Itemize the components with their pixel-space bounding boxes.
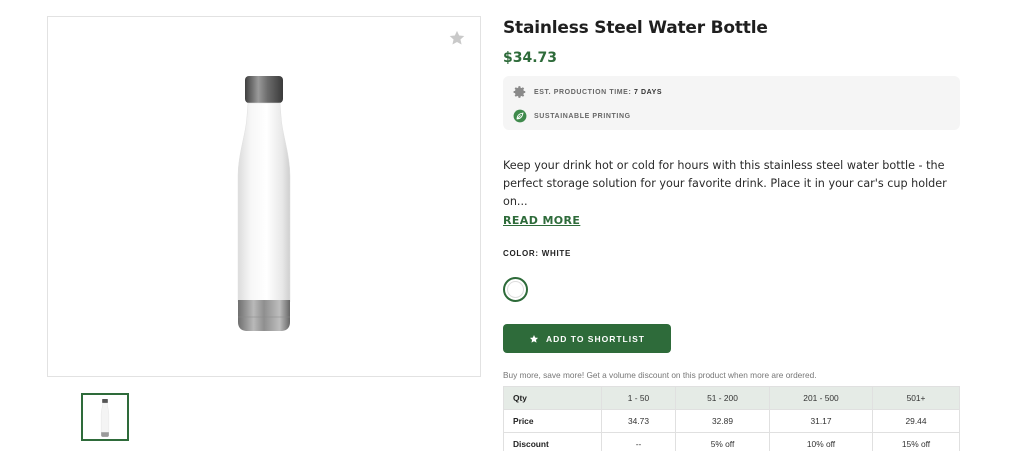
volume-discount-note: Buy more, save more! Get a volume discou… [503,370,817,380]
sustainable-printing-text: SUSTAINABLE PRINTING [534,112,631,120]
read-more-link[interactable]: READ MORE [503,214,580,227]
color-label-text: COLOR: [503,249,539,258]
product-price: $34.73 [503,50,558,66]
table-header-cell: 51 - 200 [675,386,770,410]
product-perks: EST. PRODUCTION TIME: 7 DAYS SUSTAINABLE… [503,76,960,130]
selected-color-value: WHITE [541,249,572,258]
color-swatch-fill [507,281,524,298]
favorite-star-icon[interactable] [448,29,466,47]
product-info: Stainless Steel Water Bottle $34.73 EST.… [503,16,960,451]
table-cell: Discount [503,432,602,451]
add-to-shortlist-button[interactable]: ADD TO SHORTLIST [503,324,671,353]
product-title: Stainless Steel Water Bottle [503,18,768,38]
table-cell: 10% off [769,432,873,451]
table-row: Discount -- 5% off 10% off 15% off [503,432,960,451]
production-time-value: 7 DAYS [633,88,663,96]
star-icon [529,334,539,343]
product-thumbnail[interactable] [81,393,129,441]
table-header-cell: Qty [503,386,602,410]
color-label: COLOR: WHITE [503,249,960,258]
water-bottle-image [237,76,291,331]
leaf-icon [513,109,527,123]
sustainable-printing-perk: SUSTAINABLE PRINTING [513,106,950,126]
table-header-row: Qty 1 - 50 51 - 200 201 - 500 501+ [503,386,960,410]
table-cell: 34.73 [601,409,676,433]
table-cell: -- [601,432,676,451]
gear-icon [513,86,526,98]
production-time-text: EST. PRODUCTION TIME: 7 DAYS [534,88,663,96]
table-cell: 31.17 [769,409,873,433]
product-description: Keep your drink hot or cold for hours wi… [503,159,947,208]
table-header-cell: 501+ [872,386,960,410]
production-time-perk: EST. PRODUCTION TIME: 7 DAYS [513,82,950,102]
table-cell: 32.89 [675,409,770,433]
table-cell: 29.44 [872,409,960,433]
table-header-cell: 1 - 50 [601,386,676,410]
product-main-image[interactable] [47,16,481,377]
table-cell: 15% off [872,432,960,451]
table-row: Price 34.73 32.89 31.17 29.44 [503,409,960,433]
volume-discount-table: Qty 1 - 50 51 - 200 201 - 500 501+ Price… [503,386,960,451]
table-header-cell: 201 - 500 [769,386,873,410]
color-swatch-white[interactable] [503,277,528,302]
table-cell: Price [503,409,602,433]
add-to-shortlist-label: ADD TO SHORTLIST [546,333,645,344]
water-bottle-thumbnail-icon [100,399,110,437]
table-cell: 5% off [675,432,770,451]
